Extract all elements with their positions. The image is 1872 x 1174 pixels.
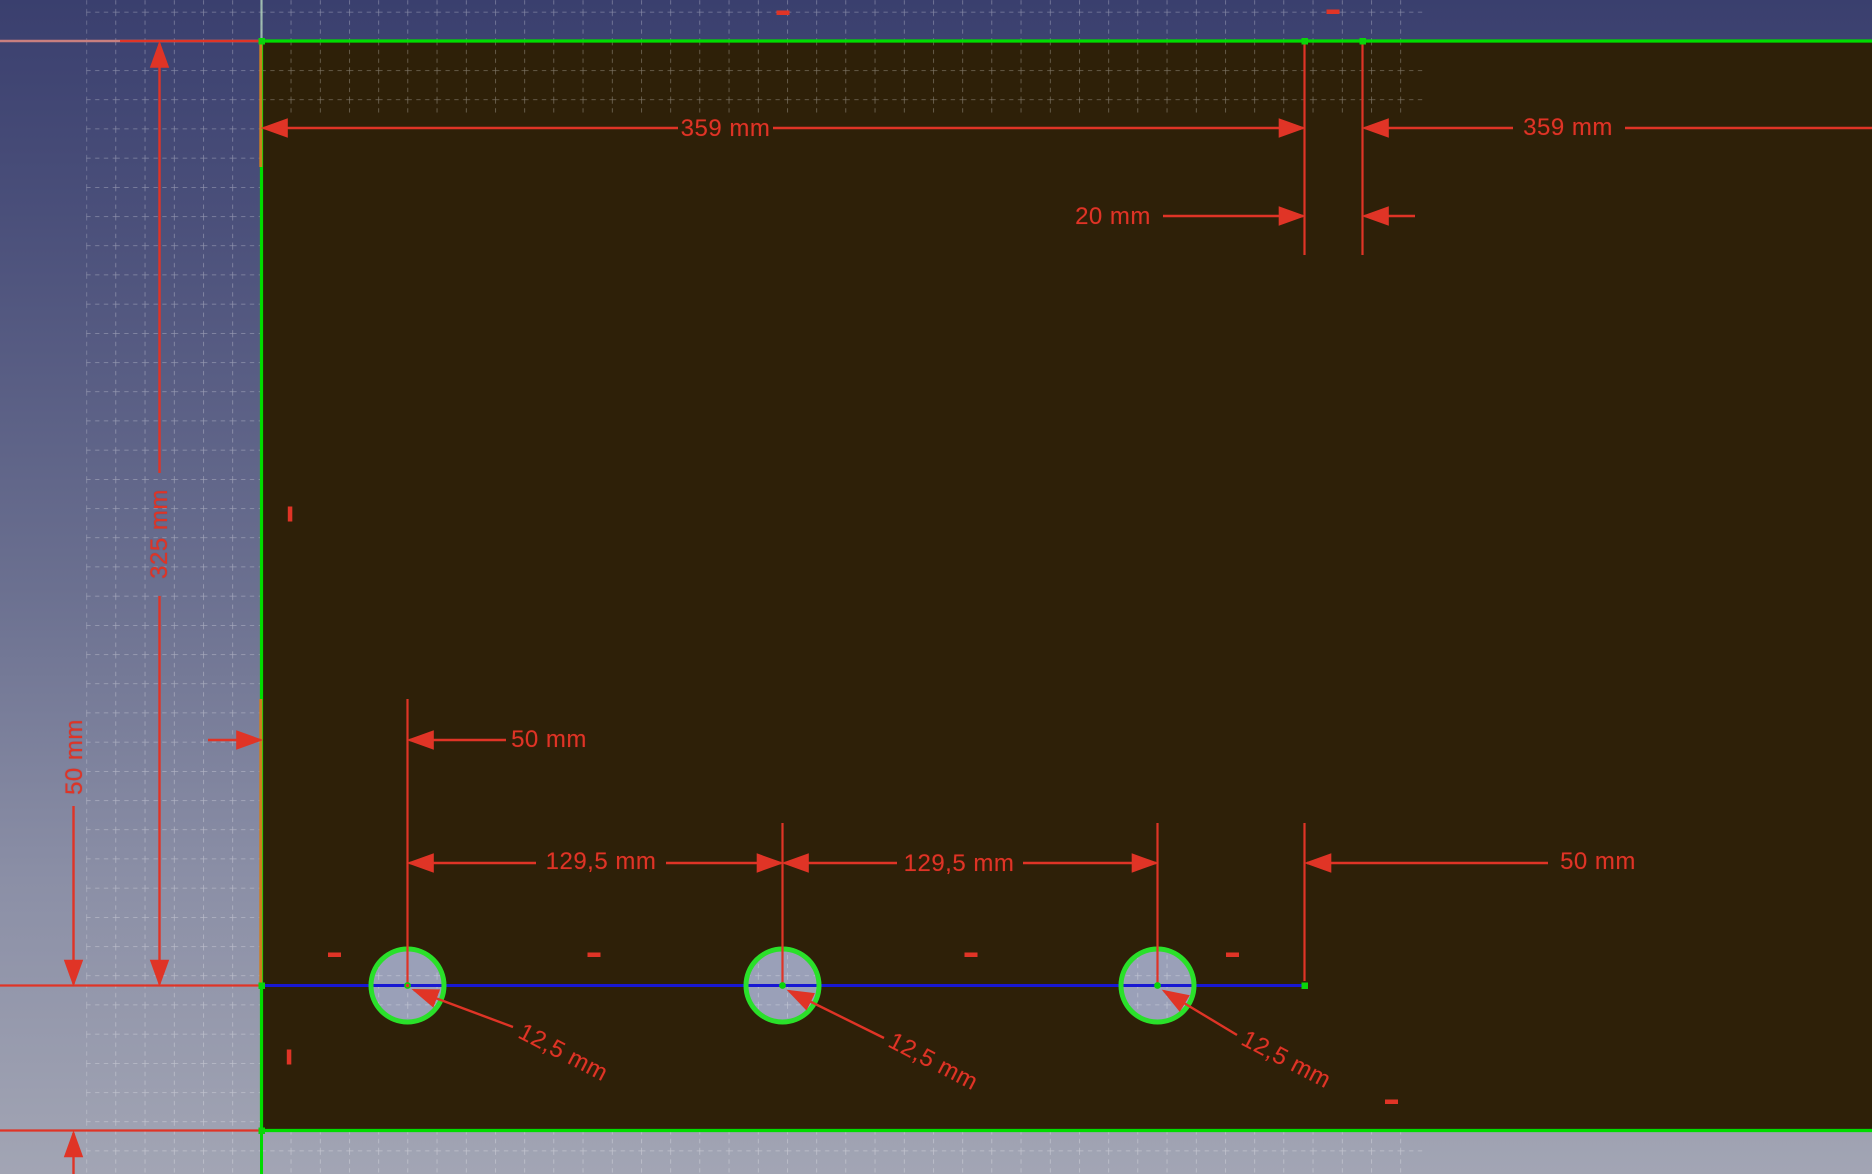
hole-2-center-point[interactable] [779, 982, 786, 989]
horizontal-constraint-icon[interactable] [328, 953, 341, 958]
horizontal-constraint-icon[interactable] [777, 11, 790, 16]
vertex-slot-left[interactable] [1302, 38, 1309, 45]
face-edges[interactable] [261, 41, 1872, 1131]
grid-top-strip [262, 0, 1426, 114]
horizontal-constraint-icon[interactable] [588, 953, 601, 958]
vertex-construction-end[interactable] [1302, 983, 1309, 990]
vertex-construction-start[interactable] [259, 983, 266, 990]
dimension-label-left-height[interactable]: 325 mm [148, 489, 172, 579]
dimension-label-top-width-right[interactable]: 359 mm [1523, 116, 1613, 140]
horizontal-constraint-icon[interactable] [1385, 1100, 1398, 1105]
vertex-slot-right[interactable] [1360, 38, 1367, 45]
dimension-label-hole-spacing-right[interactable]: 129,5 mm [904, 852, 1015, 876]
dimension-label-slot-gap[interactable]: 20 mm [1075, 205, 1151, 229]
vertex-top-left[interactable] [259, 38, 266, 45]
vertical-constraint-icon[interactable] [287, 1050, 292, 1065]
dimension-lines[interactable] [74, 44, 1872, 1174]
horizontal-constraint-icon[interactable] [965, 953, 978, 958]
grid-left-strip [86, 0, 261, 1174]
dimension-label-top-width[interactable]: 359 mm [681, 117, 771, 141]
grid-bottom-strip [262, 1132, 1426, 1174]
hole-1-center-highlight [406, 984, 410, 988]
vertical-constraint-icon[interactable] [288, 507, 293, 522]
constraint-marks[interactable] [287, 10, 1398, 1105]
dimension-label-left-offset[interactable]: 50 mm [63, 719, 87, 795]
dimension-label-hole3-offset[interactable]: 50 mm [1560, 850, 1636, 874]
sketch-canvas [0, 0, 1872, 1174]
horizontal-constraint-icon[interactable] [1327, 10, 1340, 15]
hole-3-center-point[interactable] [1154, 982, 1161, 989]
sketcher-viewport: 359 mm 359 mm 20 mm 325 mm 50 mm 50 mm 1… [0, 0, 1872, 1174]
vertex-bottom-left[interactable] [259, 1128, 266, 1135]
horizontal-constraint-icon[interactable] [1226, 953, 1239, 958]
dimension-label-hole1-offset[interactable]: 50 mm [511, 728, 587, 752]
dimension-label-hole-spacing-left[interactable]: 129,5 mm [546, 850, 657, 874]
